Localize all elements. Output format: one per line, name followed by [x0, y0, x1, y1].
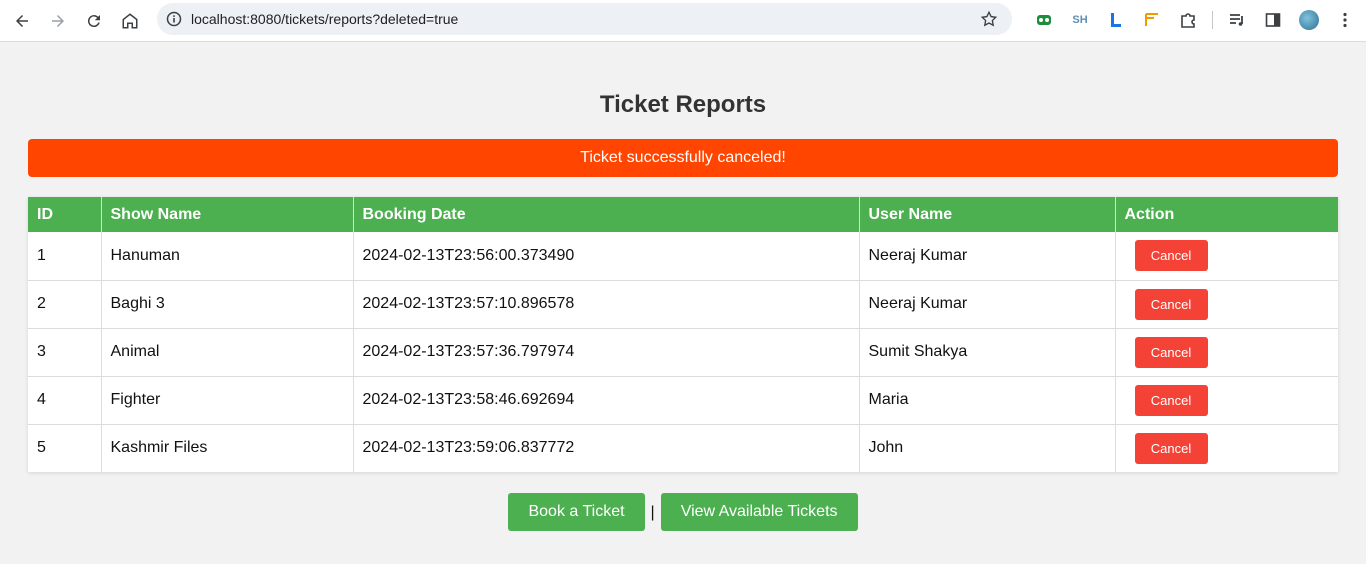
- cell-show-name: Fighter: [101, 376, 354, 425]
- reload-icon[interactable]: [76, 3, 112, 39]
- url-text: localhost:8080/tickets/reports?deleted=t…: [191, 11, 459, 27]
- side-panel-icon[interactable]: [1255, 6, 1291, 34]
- book-ticket-button[interactable]: Book a Ticket: [508, 493, 645, 531]
- cell-action: Cancel: [1115, 376, 1338, 425]
- cell-show-name: Animal: [101, 328, 354, 377]
- cell-id: 3: [28, 328, 102, 377]
- cell-user-name: Maria: [859, 376, 1116, 425]
- table-row: 3 Animal 2024-02-13T23:57:36.797974 Sumi…: [28, 328, 1338, 377]
- cell-show-name: Kashmir Files: [101, 424, 354, 472]
- cancel-button[interactable]: Cancel: [1134, 384, 1208, 416]
- forward-icon[interactable]: [40, 3, 76, 39]
- puzzle-extensions-icon[interactable]: [1170, 6, 1206, 34]
- page-content: Ticket Reports Ticket successfully cance…: [0, 42, 1366, 564]
- cell-booking-date: 2024-02-13T23:56:00.373490: [353, 232, 860, 281]
- address-bar[interactable]: localhost:8080/tickets/reports?deleted=t…: [157, 3, 1012, 35]
- l-extension-icon[interactable]: [1098, 6, 1134, 34]
- cell-action: Cancel: [1115, 424, 1338, 472]
- cell-user-name: John: [859, 424, 1116, 472]
- separator: |: [650, 504, 655, 521]
- cell-booking-date: 2024-02-13T23:57:10.896578: [353, 280, 860, 329]
- table-row: 2 Baghi 3 2024-02-13T23:57:10.896578 Nee…: [28, 280, 1338, 329]
- header-action: Action: [1115, 197, 1338, 232]
- cell-action: Cancel: [1115, 232, 1338, 281]
- table-row: 1 Hanuman 2024-02-13T23:56:00.373490 Nee…: [28, 232, 1338, 281]
- table-row: 5 Kashmir Files 2024-02-13T23:59:06.8377…: [28, 424, 1338, 472]
- success-alert: Ticket successfully canceled!: [28, 139, 1338, 177]
- site-info-icon[interactable]: [157, 11, 191, 27]
- cell-action: Cancel: [1115, 328, 1338, 377]
- media-control-icon[interactable]: [1219, 6, 1255, 34]
- bookmark-star-icon[interactable]: [980, 10, 998, 28]
- profile-avatar[interactable]: [1291, 6, 1327, 34]
- cancel-button[interactable]: Cancel: [1134, 432, 1208, 464]
- cell-action: Cancel: [1115, 280, 1338, 329]
- extensions-area: SH: [1026, 6, 1363, 34]
- cell-show-name: Hanuman: [101, 232, 354, 281]
- header-booking-date: Booking Date: [353, 197, 860, 232]
- header-show-name: Show Name: [101, 197, 354, 232]
- bottom-actions: Book a Ticket | View Available Tickets: [0, 493, 1366, 531]
- tickets-table-container: ID Show Name Booking Date User Name Acti…: [28, 197, 1338, 472]
- cell-id: 5: [28, 424, 102, 472]
- cell-user-name: Neeraj Kumar: [859, 280, 1116, 329]
- cell-user-name: Sumit Shakya: [859, 328, 1116, 377]
- cell-id: 1: [28, 232, 102, 281]
- sh-extension-icon[interactable]: SH: [1062, 6, 1098, 34]
- page-title: Ticket Reports: [599, 91, 767, 118]
- cell-booking-date: 2024-02-13T23:57:36.797974: [353, 328, 860, 377]
- cancel-button[interactable]: Cancel: [1134, 240, 1208, 272]
- flag-extension-icon[interactable]: [1134, 6, 1170, 34]
- home-icon[interactable]: [112, 3, 148, 39]
- toolbar-divider: [1212, 11, 1213, 29]
- back-icon[interactable]: [4, 3, 40, 39]
- nav-buttons: [4, 3, 148, 39]
- header-id: ID: [28, 197, 102, 232]
- header-user-name: User Name: [859, 197, 1116, 232]
- table-header-row: ID Show Name Booking Date User Name Acti…: [28, 197, 1338, 232]
- browser-toolbar: localhost:8080/tickets/reports?deleted=t…: [0, 0, 1366, 42]
- cell-id: 4: [28, 376, 102, 425]
- table-row: 4 Fighter 2024-02-13T23:58:46.692694 Mar…: [28, 376, 1338, 425]
- cancel-button[interactable]: Cancel: [1134, 288, 1208, 320]
- extension-icon-green[interactable]: [1026, 6, 1062, 34]
- cell-booking-date: 2024-02-13T23:58:46.692694: [353, 376, 860, 425]
- cell-show-name: Baghi 3: [101, 280, 354, 329]
- more-menu-icon[interactable]: [1327, 6, 1363, 34]
- view-available-tickets-button[interactable]: View Available Tickets: [660, 493, 858, 531]
- cell-booking-date: 2024-02-13T23:59:06.837772: [353, 424, 860, 472]
- cell-id: 2: [28, 280, 102, 329]
- cancel-button[interactable]: Cancel: [1134, 336, 1208, 368]
- tickets-table: ID Show Name Booking Date User Name Acti…: [28, 197, 1338, 472]
- cell-user-name: Neeraj Kumar: [859, 232, 1116, 281]
